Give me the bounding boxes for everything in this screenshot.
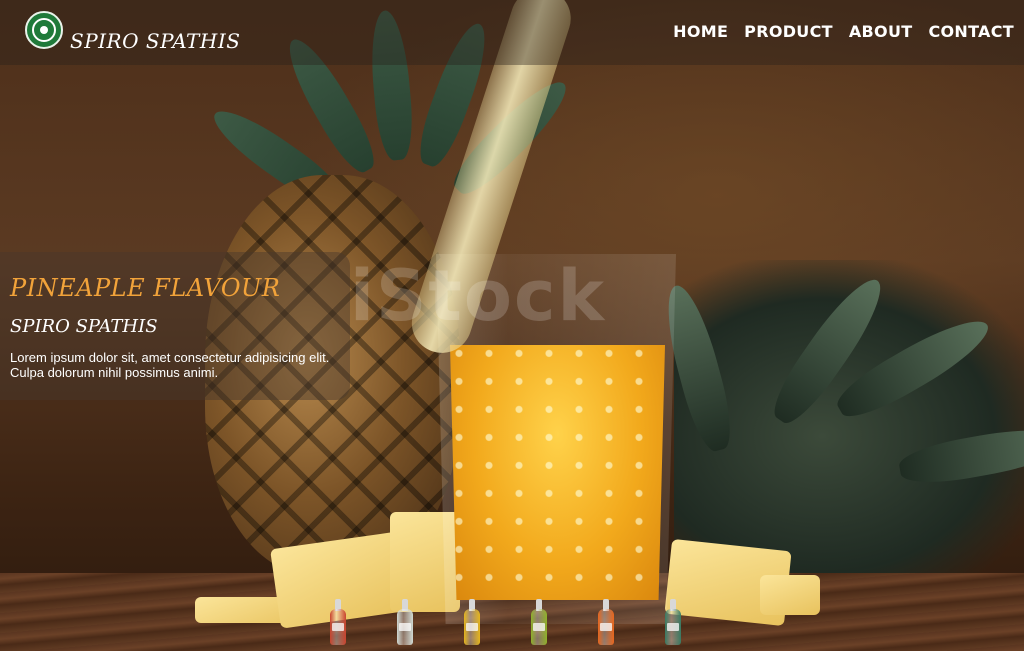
bottle-teal-icon[interactable] [665, 599, 681, 645]
flavour-title: PINEAPLE FLAVOUR [10, 274, 281, 302]
bottle-orange-icon[interactable] [598, 599, 614, 645]
bottle-clear-icon[interactable] [397, 599, 413, 645]
main-nav: HOME PRODUCT ABOUT CONTACT [673, 22, 1014, 41]
hero-card: PINEAPLE FLAVOUR SPIRO SPATHIS Lorem ips… [0, 252, 350, 400]
site-header: SPIRO SPATHIS HOME PRODUCT ABOUT CONTACT [0, 0, 1024, 65]
nav-contact[interactable]: CONTACT [928, 22, 1014, 41]
bottle-yellow-icon[interactable] [464, 599, 480, 645]
bottle-green-icon[interactable] [531, 599, 547, 645]
bottle-red-icon[interactable] [330, 599, 346, 645]
brand-name[interactable]: SPIRO SPATHIS [70, 29, 240, 53]
logo-icon[interactable] [25, 11, 63, 49]
hero-description: Lorem ipsum dolor sit, amet consectetur … [10, 350, 330, 380]
juice-image [450, 345, 665, 600]
maker-subtitle: SPIRO SPATHIS [10, 316, 158, 337]
nav-home[interactable]: HOME [673, 22, 728, 41]
nav-product[interactable]: PRODUCT [744, 22, 833, 41]
stock-watermark: iStock [350, 255, 607, 337]
nav-about[interactable]: ABOUT [849, 22, 913, 41]
bottle-thumbnails [330, 599, 681, 645]
